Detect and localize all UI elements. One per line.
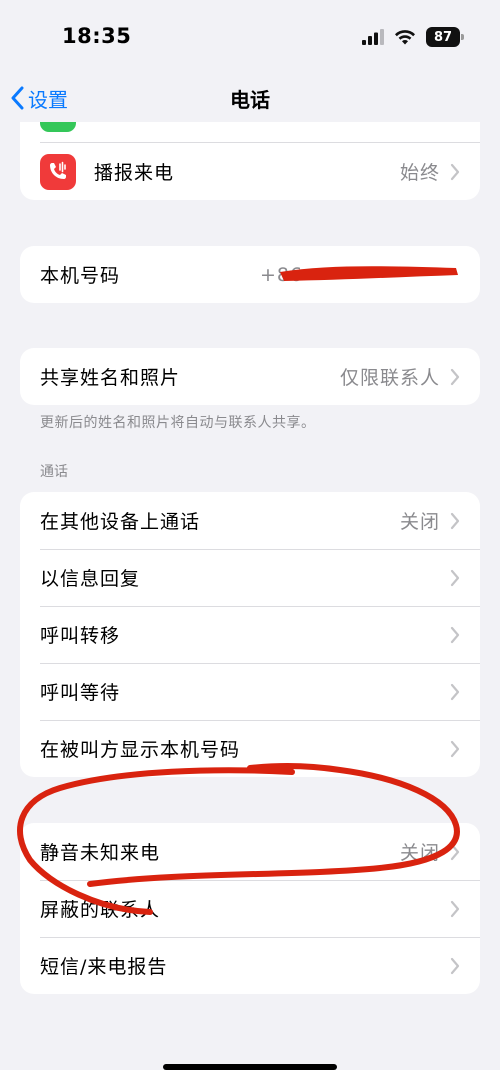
row-label: 以信息回复 xyxy=(40,568,141,590)
silence-unknown-callers-row[interactable]: 静音未知来电 关闭 xyxy=(20,823,480,880)
share-name-card: 共享姓名和照片 仅限联系人 xyxy=(20,348,480,405)
navigation-bar: 设置 电话 xyxy=(0,76,500,120)
share-name-footer: 更新后的姓名和照片将自动与联系人共享。 xyxy=(40,415,316,431)
wifi-icon xyxy=(395,30,415,45)
status-icons: 87 xyxy=(362,26,464,48)
phone-options-card: 播报来电 始终 xyxy=(20,122,480,200)
share-name-label: 共享姓名和照片 xyxy=(40,367,181,389)
chevron-right-icon xyxy=(450,368,460,385)
chevron-right-icon xyxy=(450,512,460,529)
chevron-right-icon xyxy=(450,163,460,180)
row-value: 关闭 xyxy=(399,842,440,864)
sms-call-reporting-row[interactable]: 短信/来电报告 xyxy=(20,937,480,994)
cellular-signal-icon xyxy=(362,29,384,45)
my-number-card: 本机号码 +86 xyxy=(20,246,480,303)
announce-calls-label: 播报来电 xyxy=(94,162,175,184)
chevron-right-icon xyxy=(450,900,460,917)
row-label: 呼叫等待 xyxy=(40,682,121,704)
row-label: 屏蔽的联系人 xyxy=(40,899,161,921)
battery-level: 87 xyxy=(433,29,453,45)
partial-row-icon xyxy=(40,122,76,132)
status-bar: 18:35 87 xyxy=(0,0,500,76)
chevron-right-icon xyxy=(450,957,460,974)
respond-with-text-row[interactable]: 以信息回复 xyxy=(20,549,480,606)
announce-calls-icon xyxy=(40,153,76,190)
show-caller-id-row[interactable]: 在被叫方显示本机号码 xyxy=(20,720,480,777)
chevron-right-icon xyxy=(450,569,460,586)
calls-other-devices-row[interactable]: 在其他设备上通话 关闭 xyxy=(20,492,480,549)
share-name-row[interactable]: 共享姓名和照片 仅限联系人 xyxy=(20,348,480,405)
chevron-right-icon xyxy=(450,683,460,700)
my-number-row[interactable]: 本机号码 +86 xyxy=(20,246,480,303)
share-name-value: 仅限联系人 xyxy=(339,367,440,389)
page-title: 电话 xyxy=(230,88,270,112)
call-waiting-row[interactable]: 呼叫等待 xyxy=(20,663,480,720)
blocked-contacts-row[interactable]: 屏蔽的联系人 xyxy=(20,880,480,937)
announce-calls-row[interactable]: 播报来电 始终 xyxy=(20,143,480,200)
home-indicator xyxy=(163,1064,337,1070)
chevron-right-icon xyxy=(450,626,460,643)
row-label: 在被叫方显示本机号码 xyxy=(40,739,241,761)
my-number-label: 本机号码 xyxy=(40,265,121,287)
row-value: 关闭 xyxy=(399,511,440,533)
calls-section-header: 通话 xyxy=(40,464,68,480)
battery-icon: 87 xyxy=(426,27,464,47)
row-label: 呼叫转移 xyxy=(40,625,121,647)
announce-calls-value: 始终 xyxy=(399,162,440,184)
row-label: 在其他设备上通话 xyxy=(40,511,201,533)
row-label: 短信/来电报告 xyxy=(40,956,168,978)
calls-card: 在其他设备上通话 关闭 以信息回复 呼叫转移 呼叫等待 在被叫方显示本机号码 xyxy=(20,492,480,777)
blocking-card: 静音未知来电 关闭 屏蔽的联系人 短信/来电报告 xyxy=(20,823,480,994)
row-label: 静音未知来电 xyxy=(40,842,161,864)
phone-waves-icon xyxy=(50,161,66,179)
chevron-right-icon xyxy=(450,740,460,757)
chevron-right-icon xyxy=(450,843,460,860)
call-forwarding-row[interactable]: 呼叫转移 xyxy=(20,606,480,663)
my-number-value: +86 xyxy=(260,263,304,286)
status-time: 18:35 xyxy=(62,24,132,48)
